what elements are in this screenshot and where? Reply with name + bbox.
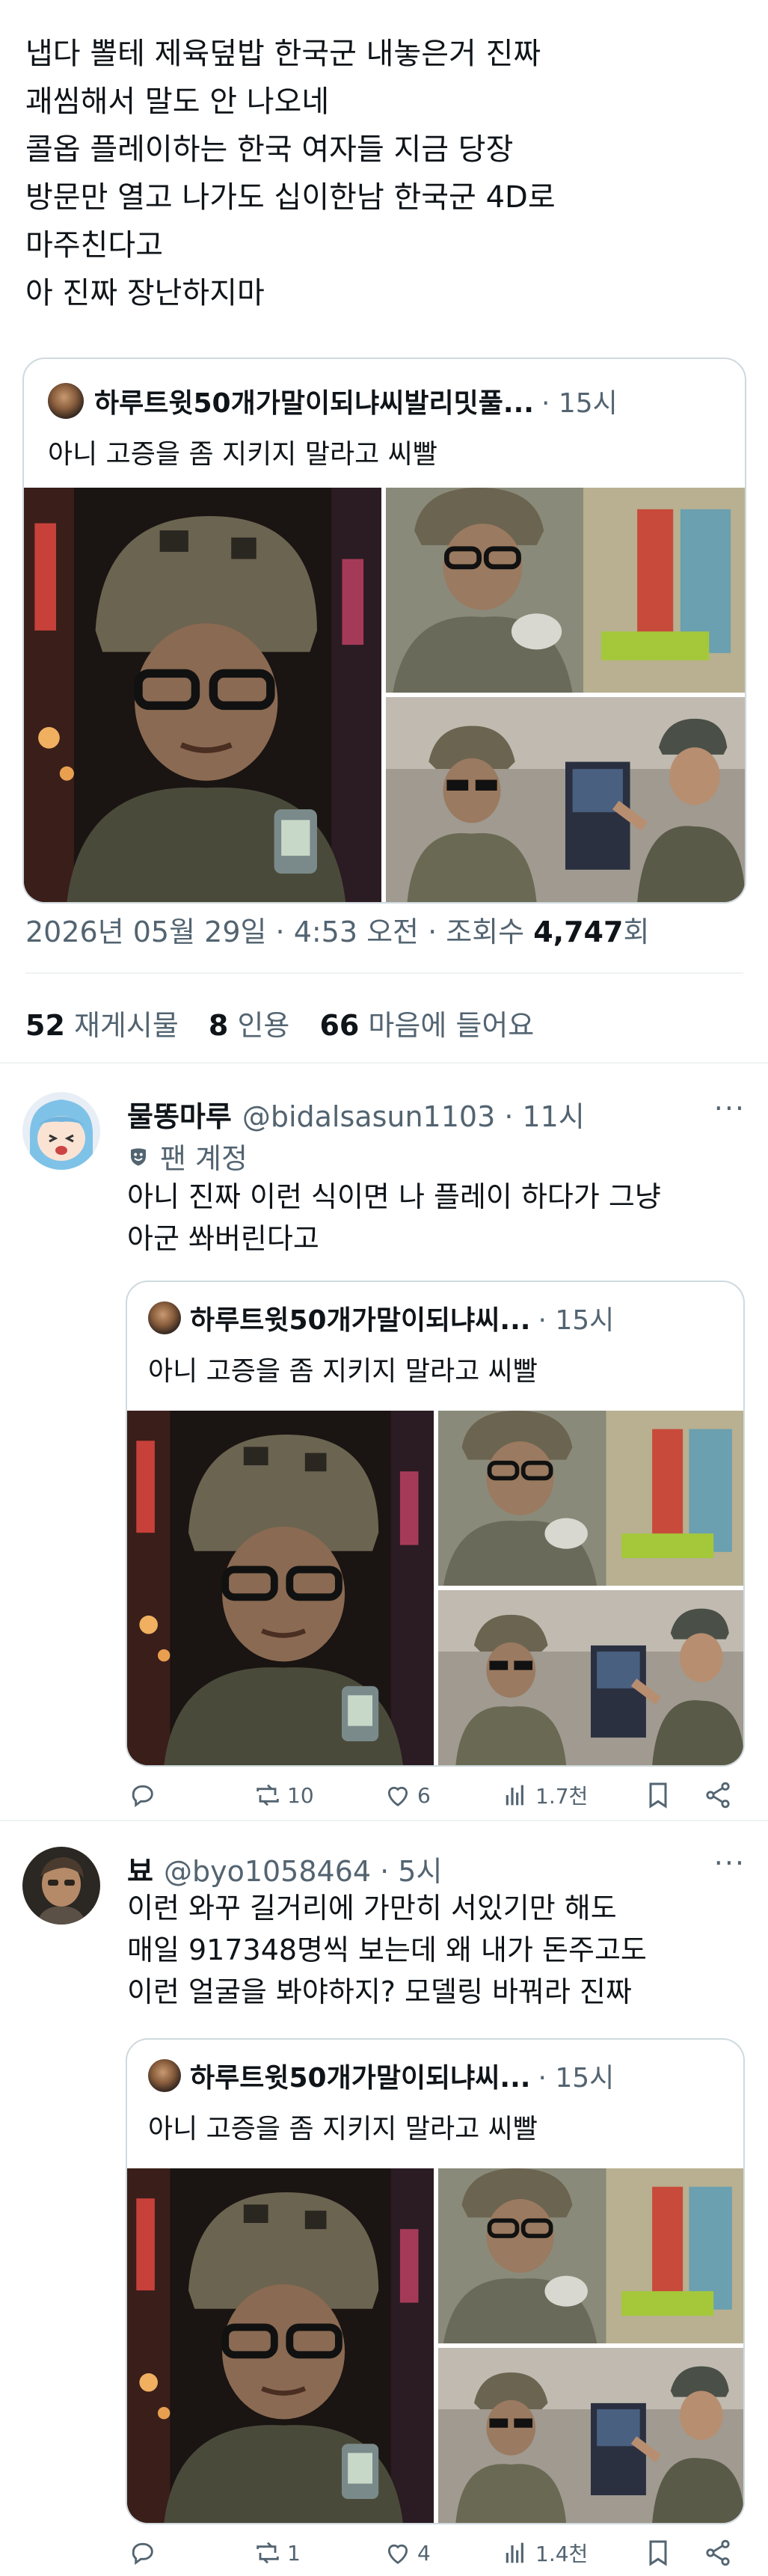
quoted-author-avatar[interactable]: [148, 1301, 181, 1334]
media-image-2[interactable]: [386, 488, 745, 693]
like-icon: [387, 1786, 408, 1807]
quoted-post-time: · 15시: [541, 388, 618, 419]
reply-text: 아니 진짜 이런 식이면 나 플레이 하다가 그냥 아군 쏴버린다고: [127, 1176, 661, 1260]
media-image-3[interactable]: [386, 697, 745, 902]
media-image-3[interactable]: [438, 2348, 743, 2523]
views-icon: [506, 1785, 523, 1806]
character-avatar-image: [22, 1847, 100, 1925]
post-text-line: 냅다 뽈테 제육덮밥 한국군 내놓은거 진짜: [25, 37, 541, 71]
fan-badge-icon: [131, 1147, 146, 1165]
quoted-author-avatar[interactable]: [48, 383, 84, 419]
repost-action[interactable]: 10: [253, 1776, 314, 1814]
share-icon: [706, 1782, 730, 1809]
quoted-post[interactable]: 하루트윗50개가말이되냐씨... · 15시 아니 고증을 좀 지키지 말라고 …: [126, 1281, 745, 1767]
reply-author-handle[interactable]: @byo1058464 · 5시: [164, 1848, 442, 1889]
post-text-line: 아 진짜 장난하지마: [25, 276, 265, 310]
reply-text-line: 이런 얼굴을 봐야하지? 모델링 바꿔라 진짜: [127, 1975, 632, 2008]
media-image-1[interactable]: [24, 488, 381, 902]
like-action[interactable]: 4: [383, 2534, 431, 2572]
reply-actions: 10 6 1.7천: [127, 1776, 740, 1814]
quoted-author-name[interactable]: 하루트윗50개가말이되냐씨발리밋풀...: [94, 381, 534, 420]
post-text-line: 방문만 열고 나가도 십이한남 한국군 4D로: [25, 180, 556, 215]
reply-header: 뵤 @byo1058464 · 5시: [127, 1848, 442, 1889]
quoted-post-text: 아니 고증을 좀 지키지 말라고 씨빨: [148, 1356, 538, 1387]
bookmark-icon: [649, 2540, 667, 2566]
post-text-line: 괘씸해서 말도 안 나오네: [25, 85, 330, 119]
quoted-author-name[interactable]: 하루트윗50개가말이되냐씨...: [190, 1298, 530, 1337]
quoted-post[interactable]: 하루트윗50개가말이되냐씨... · 15시 아니 고증을 좀 지키지 말라고 …: [126, 2038, 745, 2524]
reply-text-line: 아니 진짜 이런 식이면 나 플레이 하다가 그냥: [127, 1180, 661, 1213]
reply-action[interactable]: [127, 1776, 162, 1814]
quoted-post-text: 아니 고증을 좀 지키지 말라고 씨빨: [148, 2114, 538, 2144]
views-icon: [506, 2542, 523, 2563]
share-action[interactable]: [703, 1776, 733, 1814]
post-views-suffix: 회: [623, 916, 650, 948]
reply-post[interactable]: 뵤 @byo1058464 · 5시 ··· 이런 와꾸 길거리에 가만히 서있…: [0, 1820, 768, 2576]
media-grid: [24, 488, 745, 902]
like-icon: [387, 2544, 408, 2565]
quoted-post[interactable]: 하루트윗50개가말이되냐씨발리밋풀... · 15시 아니 고증을 좀 지키지 …: [22, 358, 746, 904]
more-icon[interactable]: ···: [714, 1092, 746, 1125]
reply-text-line: 이런 와꾸 길거리에 가만히 서있기만 해도: [127, 1892, 617, 1925]
post-views-count: 4,747: [533, 916, 624, 948]
reply-post[interactable]: 물똥마루 @bidalsasun1103 · 11시 팬 계정 ··· 아니 진…: [0, 1062, 768, 1820]
likes-stat[interactable]: 66 마음에 들어요: [319, 1009, 534, 1042]
fan-account-badge: 팬 계정: [127, 1135, 248, 1177]
repost-icon: [256, 2542, 279, 2564]
media-image-1[interactable]: [127, 2168, 434, 2523]
fan-badge-label: 팬 계정: [160, 1142, 248, 1175]
quotes-stat[interactable]: 8 인용: [209, 1009, 289, 1042]
post-text-line: 콜옵 플레이하는 한국 여자들 지금 당장: [25, 132, 514, 167]
post-text-line: 마주친다고: [25, 228, 163, 263]
media-image-2[interactable]: [438, 1411, 743, 1586]
reply-text: 이런 와꾸 길거리에 가만히 서있기만 해도 매일 917348명씩 보는데 왜…: [127, 1887, 647, 2013]
bookmark-icon: [649, 1782, 667, 1809]
post-stats: 52 재게시물 8 인용 66 마음에 들어요: [25, 1002, 555, 1043]
quoted-author-avatar[interactable]: [148, 2059, 181, 2092]
views-action[interactable]: 1.7천: [501, 1776, 588, 1814]
quoted-author-name[interactable]: 하루트윗50개가말이되냐씨...: [190, 2056, 530, 2095]
media-image-1[interactable]: [127, 1411, 434, 1765]
reply-text-line: 아군 쏴버린다고: [127, 1222, 319, 1255]
more-icon[interactable]: ···: [714, 1847, 746, 1880]
media-grid: [127, 1411, 743, 1765]
share-icon: [706, 2539, 730, 2566]
media-grid: [127, 2168, 743, 2523]
reply-avatar[interactable]: [22, 1847, 100, 1925]
reply-author-name[interactable]: 뵤: [127, 1848, 153, 1889]
reply-header: 물똥마루 @bidalsasun1103 · 11시: [127, 1094, 585, 1135]
reply-text-line: 매일 917348명씩 보는데 왜 내가 돈주고도: [127, 1933, 647, 1966]
like-action[interactable]: 6: [383, 1776, 431, 1814]
quoted-post-time: · 15시: [538, 2063, 615, 2094]
bookmark-action[interactable]: [643, 1776, 673, 1814]
quoted-post-text: 아니 고증을 좀 지키지 말라고 씨빨: [48, 439, 437, 470]
reply-icon: [132, 2542, 153, 2566]
reply-action[interactable]: [127, 2534, 162, 2572]
bookmark-action[interactable]: [643, 2534, 673, 2572]
repost-action[interactable]: 1: [253, 2534, 301, 2572]
post-date-time[interactable]: 2026년 05월 29일 · 4:53 오전 · 조회수: [25, 916, 533, 948]
share-action[interactable]: [703, 2534, 733, 2572]
post-timestamp: 2026년 05월 29일 · 4:53 오전 · 조회수 4,747회: [25, 909, 649, 950]
quoted-post-time: · 15시: [538, 1305, 615, 1336]
post-text: 냅다 뽈테 제육덮밥 한국군 내놓은거 진짜 괘씸해서 말도 안 나오네 콜옵 …: [25, 30, 743, 317]
quoted-post-header: 하루트윗50개가말이되냐씨... · 15시: [148, 1300, 614, 1336]
media-image-3[interactable]: [438, 1590, 743, 1765]
repost-icon: [256, 1784, 279, 1806]
reply-author-name[interactable]: 물똥마루: [127, 1094, 232, 1135]
reply-author-handle[interactable]: @bidalsasun1103 · 11시: [242, 1094, 585, 1135]
reply-icon: [132, 1785, 153, 1808]
anime-avatar-image: [22, 1092, 100, 1170]
views-action[interactable]: 1.4천: [501, 2534, 588, 2572]
reply-avatar[interactable]: [22, 1092, 100, 1170]
reposts-stat[interactable]: 52 재게시물: [25, 1009, 179, 1042]
quoted-post-header: 하루트윗50개가말이되냐씨발리밋풀... · 15시: [48, 381, 618, 420]
media-image-2[interactable]: [438, 2168, 743, 2343]
divider: [25, 972, 743, 974]
reply-actions: 1 4 1.4천: [127, 2534, 740, 2572]
quoted-post-header: 하루트윗50개가말이되냐씨... · 15시: [148, 2058, 614, 2094]
